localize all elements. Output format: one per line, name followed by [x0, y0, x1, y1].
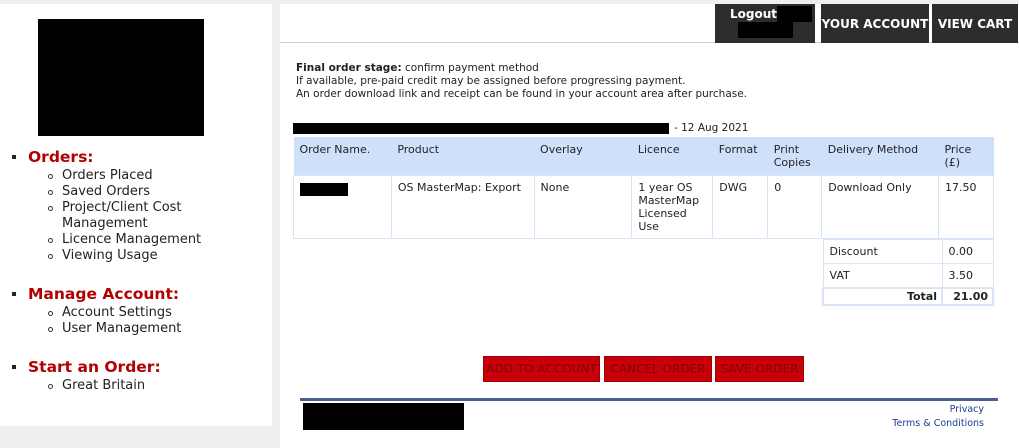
summary-row-discount: Discount 0.00 — [822, 239, 994, 264]
circle-bullet-icon — [48, 311, 53, 316]
redacted-username — [777, 6, 812, 22]
sidebar-item-label[interactable]: Account Settings — [62, 305, 172, 321]
sidebar-item-account-settings[interactable]: Account Settings — [48, 305, 181, 321]
sidebar-item-label[interactable]: Viewing Usage — [62, 248, 158, 264]
redacted-footer-logo — [303, 403, 464, 430]
cell-delivery: Download Only — [821, 175, 939, 239]
terms-link[interactable]: Terms & Conditions — [892, 417, 984, 431]
cancel-order-button[interactable]: CANCEL ORDER — [604, 356, 712, 382]
circle-bullet-icon — [48, 174, 53, 179]
section-orders: Orders: Orders Placed Saved Orders Proje… — [12, 146, 218, 264]
privacy-link[interactable]: Privacy — [892, 403, 984, 417]
col-overlay: Overlay — [534, 137, 632, 176]
info-line-credit: If available, pre-paid credit may be ass… — [296, 75, 686, 87]
cell-format: DWG — [712, 175, 769, 239]
vat-label: VAT — [822, 263, 943, 288]
discount-value: 0.00 — [941, 239, 994, 264]
section-title-start-order: Start an Order: — [28, 358, 161, 376]
top-bar: Logout: YOUR ACCOUNT VIEW CART — [280, 4, 1019, 43]
sidebar-item-viewing-usage[interactable]: Viewing Usage — [48, 248, 218, 264]
sidebar: Orders: Orders Placed Saved Orders Proje… — [0, 4, 272, 426]
order-table-header: Order Name. Product Overlay Licence Form… — [293, 137, 994, 176]
footer-divider — [300, 398, 998, 401]
site-logo[interactable] — [38, 19, 204, 136]
circle-bullet-icon — [48, 238, 53, 243]
sidebar-item-label[interactable]: Orders Placed — [62, 168, 153, 184]
sidebar-item-label[interactable]: Great Britain — [62, 378, 145, 394]
sidebar-item-licence-management[interactable]: Licence Management — [48, 232, 218, 248]
col-order-name: Order Name. — [293, 137, 392, 176]
col-price: Price (£) — [938, 137, 994, 176]
order-summary: Discount 0.00 VAT 3.50 Total 21.00 — [822, 239, 994, 306]
cell-overlay: None — [533, 175, 633, 239]
cell-product: OS MasterMap: Export — [390, 175, 535, 239]
section-title-orders: Orders: — [28, 148, 94, 166]
cell-print-copies: 0 — [767, 175, 823, 239]
cell-licence: 1 year OS MasterMap Licensed Use — [631, 175, 714, 239]
circle-bullet-icon — [48, 190, 53, 195]
section-title-manage-account: Manage Account: — [28, 285, 180, 303]
bullet-icon — [12, 292, 16, 296]
logout-button[interactable]: Logout: — [715, 4, 815, 43]
your-account-button[interactable]: YOUR ACCOUNT — [821, 4, 929, 43]
circle-bullet-icon — [48, 254, 53, 259]
circle-bullet-icon — [48, 327, 53, 332]
section-start-order: Start an Order: Great Britain — [12, 356, 161, 394]
section-manage-account: Manage Account: Account Settings User Ma… — [12, 283, 181, 337]
logout-label[interactable]: Logout: — [730, 7, 782, 21]
redacted-username-2 — [738, 22, 793, 38]
circle-bullet-icon — [48, 206, 53, 211]
main-panel: Logout: YOUR ACCOUNT VIEW CART Final ord… — [280, 4, 1019, 448]
sidebar-item-great-britain[interactable]: Great Britain — [48, 378, 161, 394]
info-line-download: An order download link and receipt can b… — [296, 88, 748, 100]
redacted-order-name — [300, 183, 348, 196]
col-delivery-method: Delivery Method — [821, 137, 939, 176]
order-table: Order Name. Product Overlay Licence Form… — [293, 137, 995, 239]
sidebar-item-saved-orders[interactable]: Saved Orders — [48, 184, 218, 200]
bullet-icon — [12, 365, 16, 369]
footer-links: Privacy Terms & Conditions — [892, 403, 984, 431]
circle-bullet-icon — [48, 384, 53, 389]
order-date: - 12 Aug 2021 — [674, 122, 749, 134]
table-row: OS MasterMap: Export None 1 year OS Mast… — [293, 175, 995, 239]
sidebar-item-label[interactable]: Project/Client Cost Management — [62, 200, 218, 232]
summary-row-vat: VAT 3.50 — [822, 263, 994, 288]
sidebar-item-label[interactable]: User Management — [62, 321, 181, 337]
save-order-button[interactable]: SAVE ORDER — [715, 356, 804, 382]
col-print-copies: Print Copies — [767, 137, 822, 176]
bullet-icon — [12, 155, 16, 159]
cell-order-name — [293, 175, 392, 239]
sidebar-item-label[interactable]: Licence Management — [62, 232, 201, 248]
add-to-account-button[interactable]: ADD TO ACCOUNT — [483, 356, 600, 382]
total-value: 21.00 — [941, 286, 994, 306]
sidebar-item-orders-placed[interactable]: Orders Placed — [48, 168, 218, 184]
vat-value: 3.50 — [941, 263, 994, 288]
stage-value: confirm payment method — [401, 62, 539, 74]
col-format: Format — [712, 137, 768, 176]
order-stage-info: Final order stage: confirm payment metho… — [296, 62, 747, 101]
sidebar-item-user-management[interactable]: User Management — [48, 321, 181, 337]
discount-label: Discount — [822, 239, 943, 264]
stage-label: Final order stage: — [296, 62, 402, 74]
cell-price: 17.50 — [937, 175, 995, 239]
col-licence: Licence — [631, 137, 713, 176]
sidebar-item-cost-management[interactable]: Project/Client Cost Management — [48, 200, 218, 232]
total-label: Total — [822, 286, 943, 306]
view-cart-button[interactable]: VIEW CART — [932, 4, 1018, 43]
summary-row-total: Total 21.00 — [822, 286, 994, 306]
col-product: Product — [391, 137, 535, 176]
sidebar-item-label[interactable]: Saved Orders — [62, 184, 150, 200]
redacted-order-title — [293, 123, 669, 134]
